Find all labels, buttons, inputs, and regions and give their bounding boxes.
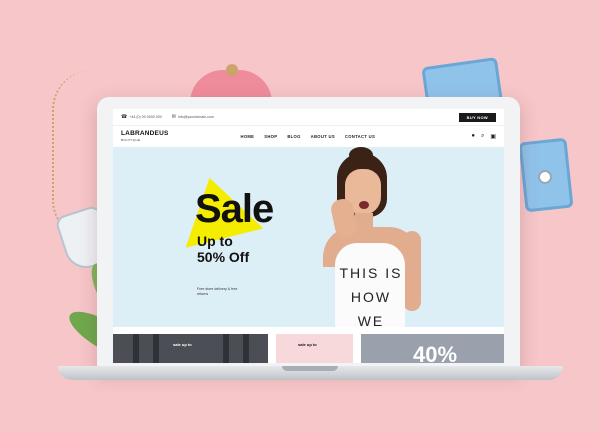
model-arm <box>403 231 421 311</box>
banner-stripe <box>223 334 229 363</box>
promo-banner-label: sale up to <box>173 342 192 347</box>
logo-sub-text: BOUTIQUE <box>121 137 141 142</box>
banner-stripe <box>243 334 249 363</box>
search-icon[interactable]: ⌕ <box>481 133 484 140</box>
mail-icon: ✉ <box>171 114 176 120</box>
user-icon[interactable]: ● <box>471 133 475 140</box>
model-photo: THIS IS HOW WE <box>309 147 429 327</box>
buy-now-button[interactable]: BUY NOW <box>458 112 496 122</box>
promo-banner[interactable]: sale up to <box>113 334 268 363</box>
nav-about-us[interactable]: ABOUT US <box>311 134 335 139</box>
nav-contact-us[interactable]: CONTACT US <box>345 134 375 139</box>
ring-icon <box>538 170 552 184</box>
email-contact[interactable]: ✉ info@yourdomain.com <box>172 114 214 120</box>
sale-note: Free store delivery & free returns <box>197 287 238 296</box>
nav-icon-group: ● ⌕ ▣ <box>465 133 496 140</box>
cart-icon[interactable]: ▣ <box>490 133 496 140</box>
banner-stripe <box>153 334 159 363</box>
sale-heading: Sale <box>195 187 274 231</box>
site-logo[interactable]: LABRANDEUS BOUTIQUE <box>121 131 169 142</box>
email-text: info@yourdomain.com <box>177 115 214 119</box>
hero-banner[interactable]: Sale Up to 50% Off Free store delivery &… <box>113 147 504 327</box>
promo-banner-percent: 40% <box>413 342 458 363</box>
promo-banner-row: sale up to sale up to 40% <box>113 334 504 363</box>
nav-home[interactable]: HOME <box>241 134 255 139</box>
banner-stripe <box>133 334 139 363</box>
promo-banner[interactable]: 40% <box>361 334 504 363</box>
site-navbar: LABRANDEUS BOUTIQUE HOME SHOP BLOG ABOUT… <box>113 125 504 147</box>
laptop-frame: ☎ +44 (0) 00 0000 000 ✉ info@yourdomain.… <box>97 97 520 369</box>
sale-subheading: Up to 50% Off <box>197 233 250 265</box>
purse-clasp <box>226 64 238 76</box>
laptop-screen: ☎ +44 (0) 00 0000 000 ✉ info@yourdomain.… <box>113 109 504 363</box>
nav-shop[interactable]: SHOP <box>264 134 277 139</box>
laptop-notch <box>282 366 338 371</box>
phone-icon: ☎ <box>121 114 128 120</box>
tank-top-print: THIS IS HOW WE <box>339 265 403 327</box>
promo-banner-label: sale up to <box>298 342 317 347</box>
promo-banner[interactable]: sale up to <box>276 334 353 363</box>
nav-blog[interactable]: BLOG <box>287 134 300 139</box>
main-nav: HOME SHOP BLOG ABOUT US CONTACT US <box>241 134 386 139</box>
phone-text: +44 (0) 00 0000 000 <box>129 115 162 119</box>
site-topbar: ☎ +44 (0) 00 0000 000 ✉ info@yourdomain.… <box>113 109 504 125</box>
logo-main-text: LABRANDEUS <box>121 130 169 138</box>
phone-contact[interactable]: ☎ +44 (0) 00 0000 000 <box>121 114 162 120</box>
model-mouth <box>359 201 369 209</box>
